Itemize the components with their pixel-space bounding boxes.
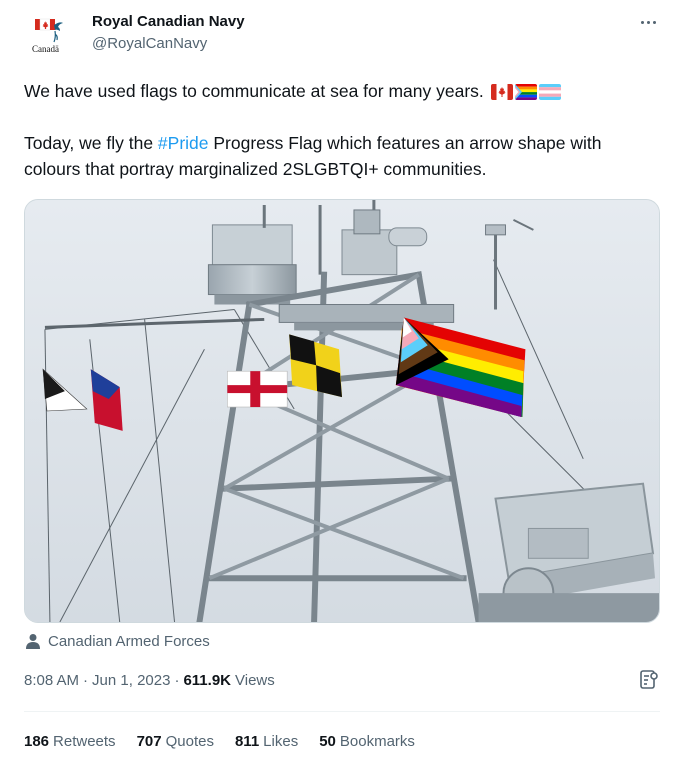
quotes-label: Quotes	[165, 732, 214, 750]
bookmarks-label: Bookmarks	[339, 732, 415, 750]
analytics-icon[interactable]	[638, 669, 660, 691]
tweet-time[interactable]: 8:08 AM	[24, 672, 79, 689]
tweet-header: Canadä Royal Canadian Navy @RoyalCanNavy	[24, 12, 660, 60]
media-credit-text[interactable]: Canadian Armed Forces	[48, 633, 210, 650]
handle[interactable]: @RoyalCanNavy	[92, 34, 245, 54]
tweet-photo[interactable]	[24, 199, 660, 623]
tweet-line-1: We have used flags to communicate at sea…	[24, 78, 654, 104]
quotes-stat[interactable]: 707 Quotes	[137, 733, 214, 750]
tweet-card: Canadä Royal Canadian Navy @RoyalCanNavy…	[0, 0, 681, 763]
more-options-button[interactable]	[636, 12, 660, 32]
retweets-label: Retweets	[53, 732, 116, 750]
more-dot-icon	[646, 20, 650, 24]
hashtag-link[interactable]: #Pride	[158, 133, 209, 153]
ship-mast-photo	[25, 200, 659, 622]
svg-text:Canadä: Canadä	[32, 44, 59, 54]
bookmarks-stat[interactable]: 50 Bookmarks	[319, 733, 415, 750]
tweet-text: We have used flags to communicate at sea…	[24, 78, 654, 182]
divider	[24, 711, 660, 712]
avatar[interactable]: Canadä	[24, 12, 72, 60]
tweet-line-1-text: We have used flags to communicate at sea…	[24, 81, 484, 101]
more-dot-icon	[652, 20, 656, 24]
person-icon	[26, 634, 40, 649]
views-count: 611.9K	[183, 671, 231, 689]
more-dot-icon	[640, 20, 644, 24]
tweet-line-2-prefix: Today, we fly the	[24, 133, 158, 153]
tweet-stats: 186 Retweets 707 Quotes 811 Likes 50 Bookmar…	[24, 730, 436, 752]
canada-flag-emoji	[490, 84, 513, 100]
likes-count: 811	[234, 732, 260, 750]
canada-wordmark-icon: Canadä	[24, 12, 72, 60]
author-names: Royal Canadian Navy @RoyalCanNavy	[92, 12, 245, 54]
transgender-flag-emoji	[538, 84, 561, 100]
progress-pride-flag-emoji	[514, 84, 537, 100]
views-label: Views	[235, 671, 275, 689]
likes-stat[interactable]: 811 Likes	[235, 733, 298, 750]
separator-dot: ·	[174, 671, 180, 689]
tweet-meta: 8:08 AM · Jun 1, 2023 · 611.9K Views	[24, 669, 275, 691]
likes-label: Likes	[263, 732, 299, 750]
media-credit: Canadian Armed Forces	[26, 630, 210, 652]
tweet-line-2: Today, we fly the #Pride Progress Flag w…	[24, 130, 654, 182]
retweets-stat[interactable]: 186 Retweets	[24, 733, 116, 750]
display-name[interactable]: Royal Canadian Navy	[92, 12, 245, 32]
bookmarks-count: 50	[319, 732, 336, 750]
separator-dot: ·	[83, 671, 89, 689]
tweet-date[interactable]: Jun 1, 2023	[92, 672, 170, 689]
retweets-count: 186	[24, 732, 50, 750]
quotes-count: 707	[136, 732, 162, 750]
